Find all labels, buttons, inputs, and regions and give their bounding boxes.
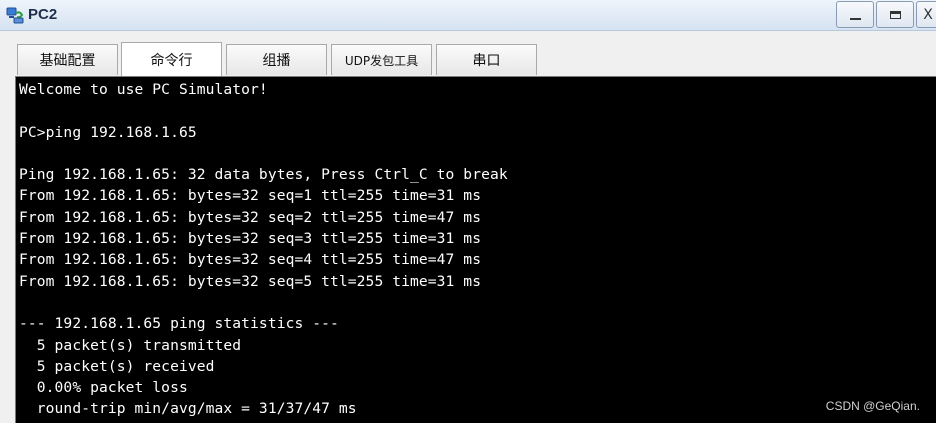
terminal-line: From 192.168.1.65: bytes=32 seq=3 ttl=25… <box>19 230 482 248</box>
tab-bar: 基础配置 命令行 组播 UDP发包工具 串口 <box>0 31 936 77</box>
close-icon: X <box>923 6 933 23</box>
tab-udp-tool[interactable]: UDP发包工具 <box>331 44 432 75</box>
minimize-button[interactable] <box>836 1 874 28</box>
pc-simulator-icon <box>6 7 24 24</box>
terminal-line: 5 packet(s) transmitted <box>19 336 242 354</box>
tab-serial-port[interactable]: 串口 <box>436 44 537 75</box>
terminal-line: Ping 192.168.1.65: 32 data bytes, Press … <box>19 166 508 184</box>
terminal-line: From 192.168.1.65: bytes=32 seq=2 ttl=25… <box>19 208 482 226</box>
tab-basic-config[interactable]: 基础配置 <box>17 44 118 75</box>
pc-simulator-window: PC2 X 基础配置 命令行 组播 UDP发包工具 串口 Welcome to … <box>0 0 936 423</box>
terminal-line: From 192.168.1.65: bytes=32 seq=4 ttl=25… <box>19 251 482 269</box>
terminal-line: round-trip min/avg/max = 31/37/47 ms <box>19 400 357 418</box>
terminal-line: PC>ping 192.168.1.65 <box>19 123 197 141</box>
terminal-line: --- 192.168.1.65 ping statistics --- <box>19 315 339 333</box>
maximize-button[interactable] <box>876 1 914 28</box>
terminal-output[interactable]: Welcome to use PC Simulator! PC>ping 192… <box>15 76 936 423</box>
title-bar[interactable]: PC2 X <box>0 0 936 31</box>
tab-multicast[interactable]: 组播 <box>226 44 327 75</box>
terminal-line: 0.00% packet loss <box>19 379 188 397</box>
window-title: PC2 <box>28 6 58 23</box>
maximize-icon <box>889 10 901 19</box>
watermark: CSDN @GeQian. <box>825 399 920 413</box>
terminal-line: 5 packet(s) received <box>19 357 215 375</box>
minimize-icon <box>849 17 861 20</box>
tab-command-line[interactable]: 命令行 <box>121 42 222 76</box>
terminal-line: Welcome to use PC Simulator! <box>19 81 268 98</box>
close-button[interactable]: X <box>916 1 936 28</box>
terminal-line: From 192.168.1.65: bytes=32 seq=1 ttl=25… <box>19 187 482 205</box>
terminal-line: From 192.168.1.65: bytes=32 seq=5 ttl=25… <box>19 272 482 290</box>
